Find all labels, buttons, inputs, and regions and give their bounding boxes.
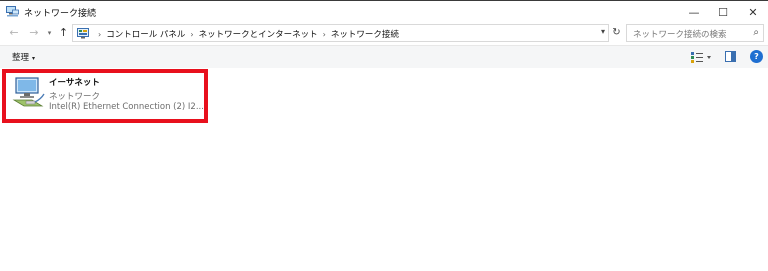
search-input[interactable]: ネットワーク接続の検索: [633, 28, 727, 40]
help-icon: ?: [754, 52, 759, 61]
preview-pane-button[interactable]: [725, 51, 736, 62]
breadcrumb: › コントロール パネル › ネットワークとインターネット › ネットワーク接続: [93, 28, 399, 41]
window-title: ネットワーク接続: [24, 9, 97, 19]
breadcrumb-control-panel[interactable]: コントロール パネル: [106, 28, 185, 40]
close-icon: ✕: [748, 5, 758, 19]
up-button[interactable]: ↑: [57, 25, 70, 41]
title-bar: ネットワーク接続 — ☐ ✕: [0, 1, 768, 22]
maximize-button[interactable]: ☐: [708, 2, 738, 22]
preview-pane-icon: [725, 51, 736, 62]
navigation-bar: ← → ▾ ↑ › コントロール パネル › ネットワークとインターネット › …: [0, 22, 768, 44]
search-icon: ⌕: [753, 27, 759, 38]
arrow-up-icon: ↑: [58, 26, 69, 39]
organize-button[interactable]: 整理 ▾: [12, 51, 35, 63]
minimize-icon: —: [688, 5, 700, 19]
recent-locations-button[interactable]: ▾: [45, 25, 54, 41]
view-details-icon: [691, 52, 711, 63]
address-bar[interactable]: › コントロール パネル › ネットワークとインターネット › ネットワーク接続…: [72, 24, 609, 42]
minimize-button[interactable]: —: [679, 2, 709, 22]
network-connections-icon: [6, 6, 19, 17]
forward-button[interactable]: →: [27, 25, 41, 41]
search-box[interactable]: ネットワーク接続の検索 ⌕: [626, 24, 764, 42]
chevron-down-icon: ▾: [47, 29, 52, 37]
refresh-icon: ↻: [612, 27, 621, 38]
close-button[interactable]: ✕: [738, 2, 768, 22]
arrow-right-icon: →: [29, 26, 39, 39]
refresh-button[interactable]: ↻: [609, 25, 624, 41]
change-view-button[interactable]: [690, 50, 712, 64]
command-bar: 整理 ▾ ?: [0, 45, 768, 69]
organize-label: 整理: [12, 53, 30, 63]
breadcrumb-separator[interactable]: ›: [190, 30, 193, 39]
breadcrumb-separator: ›: [98, 29, 102, 39]
highlight-box: [2, 69, 208, 123]
control-panel-icon: [77, 28, 89, 39]
breadcrumb-network-connections[interactable]: ネットワーク接続: [331, 28, 399, 40]
arrow-left-icon: ←: [9, 26, 19, 39]
breadcrumb-separator[interactable]: ›: [323, 30, 326, 39]
back-button[interactable]: ←: [7, 25, 21, 41]
breadcrumb-network-internet[interactable]: ネットワークとインターネット: [199, 28, 318, 40]
maximize-icon: ☐: [718, 5, 728, 19]
address-dropdown-button[interactable]: ▾: [601, 27, 605, 36]
help-button[interactable]: ?: [750, 50, 763, 63]
chevron-down-icon: ▾: [32, 55, 36, 62]
